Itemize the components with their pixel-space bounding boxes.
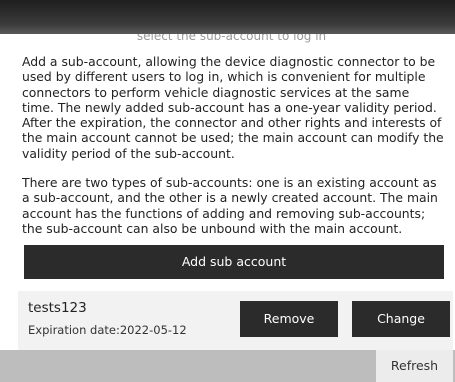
description-paragraph-types: There are two types of sub-accounts: one… [22,175,438,236]
top-bar [0,0,455,34]
dialog-subtitle: select the sub-account to log in [136,34,327,43]
sub-account-dialog: select the sub-account to log in Add a s… [10,34,453,350]
sub-account-expiration: Expiration date:2022-05-12 [28,323,187,337]
refresh-button[interactable]: Refresh [376,350,453,382]
remove-button[interactable]: Remove [240,301,338,337]
description-paragraph-validity: Add a sub-account, allowing the device d… [22,54,444,161]
add-sub-account-button[interactable]: Add sub account [24,245,444,279]
screen: select the sub-account to log in Add a s… [0,0,455,382]
change-button[interactable]: Change [352,301,450,337]
sub-account-name: tests123 [28,300,87,316]
sub-account-row: tests123 Expiration date:2022-05-12 Remo… [18,291,453,350]
